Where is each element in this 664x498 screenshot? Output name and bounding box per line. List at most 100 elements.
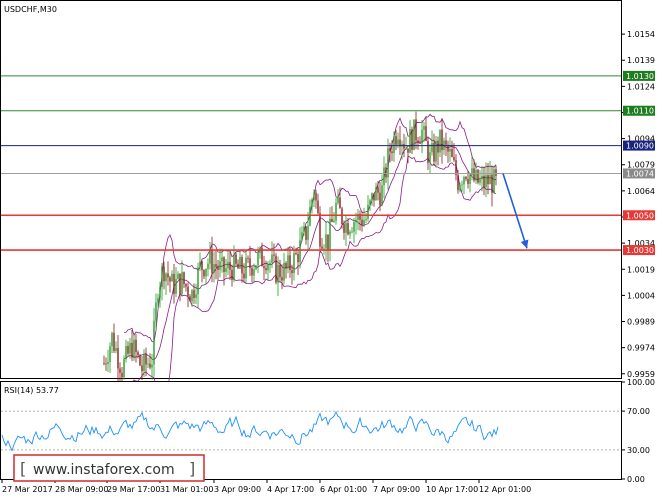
candle-body <box>435 140 437 162</box>
candle-body <box>205 268 207 277</box>
candle-body <box>361 219 363 226</box>
candle-body <box>481 175 483 180</box>
candle-body <box>303 226 305 233</box>
candle-body <box>213 264 215 273</box>
candle-body <box>455 160 457 176</box>
candle-body <box>299 240 301 263</box>
candle-body <box>267 264 269 271</box>
price-tick-label: 1.0154 <box>627 30 655 39</box>
candle-body <box>393 136 395 154</box>
candle-body <box>389 148 391 152</box>
candle-body <box>129 342 131 354</box>
candle-body <box>383 167 385 186</box>
candle-body <box>221 257 223 262</box>
candle-body <box>337 197 339 203</box>
candle-body <box>143 353 145 371</box>
price-panel: USDCHF,M30 1.01541.01391.01241.01091.009… <box>0 0 655 404</box>
time-tick-label: 29 Mar 17:00 <box>107 485 160 494</box>
watermark-text: www.instaforex.com <box>33 462 175 478</box>
candle-body <box>309 206 311 226</box>
candle-body <box>181 272 183 294</box>
candle-body <box>157 298 159 303</box>
candle-body <box>197 267 199 295</box>
candle-body <box>293 253 295 274</box>
watermark-bracket-left: [ <box>20 459 26 478</box>
time-tick-label: 6 Apr 01:00 <box>320 485 367 494</box>
watermark-bracket-right: ] <box>189 459 195 478</box>
time-tick-label: 4 Apr 17:00 <box>267 485 314 494</box>
candle-body <box>375 187 377 201</box>
candle-body <box>139 355 141 366</box>
candle-body <box>239 257 241 269</box>
time-tick-label: 3 Apr 09:00 <box>214 485 261 494</box>
level-label: 1.0074 <box>626 169 654 178</box>
candle-body <box>339 197 341 209</box>
candle-body <box>407 148 409 153</box>
candle-body <box>165 273 167 282</box>
candle-body <box>297 253 299 263</box>
price-tick-label: 1.0004 <box>627 291 655 300</box>
candle-body <box>209 249 211 264</box>
candle-body <box>141 365 143 371</box>
candle-body <box>477 169 479 183</box>
candle-body <box>187 286 189 297</box>
candle-body <box>171 273 173 282</box>
chart-area: USDCHF,M30 1.01541.01391.01241.01091.009… <box>0 0 655 494</box>
candle-body <box>479 179 481 183</box>
candle-body <box>135 339 137 353</box>
rsi-tick-label: 30.00 <box>627 446 650 455</box>
level-label: 1.0110 <box>626 107 654 116</box>
candle-body <box>385 167 387 178</box>
candle-body <box>105 363 107 365</box>
candle-body <box>351 231 353 233</box>
time-tick-label: 10 Apr 17:00 <box>426 485 478 494</box>
candle-body <box>133 339 135 358</box>
candle-body <box>249 258 251 269</box>
candle-body <box>493 169 495 193</box>
candle-body <box>269 262 271 265</box>
candle-body <box>183 272 185 285</box>
candle-body <box>287 255 289 269</box>
candle-body <box>265 268 267 271</box>
candle-body <box>179 273 181 294</box>
candle-body <box>125 345 127 360</box>
candle-body <box>207 263 209 269</box>
candle-body <box>243 273 245 279</box>
candle-body <box>335 202 337 221</box>
candle-body <box>227 261 229 269</box>
candle-body <box>271 254 273 263</box>
candle-body <box>315 192 317 201</box>
candle-body <box>219 261 221 270</box>
candle-body <box>345 223 347 233</box>
candle-body <box>279 264 281 278</box>
candle-body <box>411 129 413 150</box>
candle-body <box>469 174 471 184</box>
candle-body <box>353 222 355 232</box>
candle-body <box>161 266 163 288</box>
candle-body <box>391 151 393 154</box>
candle-body <box>373 193 375 201</box>
candle-body <box>153 320 155 365</box>
candle-body <box>117 348 119 369</box>
candle-body <box>415 119 417 141</box>
candle-body <box>285 262 287 269</box>
candle-body <box>467 178 469 184</box>
time-tick-label: 27 Mar 2017 <box>2 485 53 494</box>
candle-body <box>121 372 123 378</box>
candle-body <box>283 262 285 281</box>
candle-body <box>233 254 235 281</box>
candle-body <box>273 254 275 256</box>
rsi-tick-label: 70.00 <box>627 407 650 416</box>
candle-body <box>323 248 325 250</box>
candle-body <box>437 140 439 153</box>
candle-body <box>191 290 193 302</box>
candle-body <box>491 174 493 193</box>
candle-body <box>419 143 421 144</box>
candle-body <box>289 255 291 271</box>
candle-body <box>321 246 323 249</box>
candle-body <box>341 208 343 225</box>
candle-body <box>377 187 379 193</box>
rsi-tick-label: 0.00 <box>627 475 645 484</box>
time-tick-label: 7 Apr 09:00 <box>373 485 420 494</box>
level-label: 1.0130 <box>626 72 654 81</box>
